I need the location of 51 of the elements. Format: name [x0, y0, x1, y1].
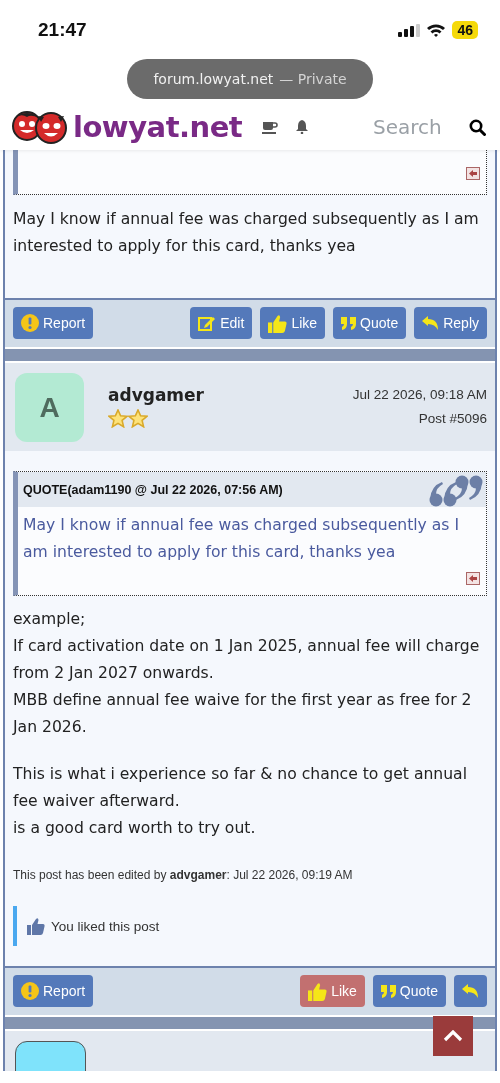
wifi-icon [426, 23, 447, 37]
edit-button[interactable]: Edit [190, 307, 253, 339]
username[interactable]: advgamer [108, 385, 204, 405]
chevron-up-icon [443, 1030, 463, 1042]
post-text: May I know if annual fee was charged subsequently as I am interested to apply for this card, thanks yea [13, 209, 480, 257]
quote-button[interactable]: Quote [372, 975, 446, 1007]
report-button[interactable]: Report [13, 307, 94, 339]
post-number[interactable]: Post #5096 [418, 411, 487, 426]
scroll-to-top-button[interactable] [433, 1016, 473, 1056]
warning-icon [21, 982, 39, 1000]
back-arrow-icon[interactable] [466, 572, 480, 585]
avatar: A [15, 373, 84, 442]
bell-icon[interactable] [296, 120, 309, 134]
status-time: 21:47 [38, 19, 87, 41]
post-text: If card activation date on 1 Jan 2025, annual fee will charge from 2 Jan 2027 onwards. [13, 636, 481, 684]
liked-text: You liked this post [51, 918, 160, 934]
thumbs-up-icon [27, 917, 45, 935]
report-button[interactable]: Report [13, 975, 94, 1007]
post-text: is a good card worth to try out. [13, 818, 257, 839]
reply-button[interactable] [454, 975, 487, 1007]
cup-icon[interactable] [262, 120, 279, 134]
quote-button[interactable]: Quote [333, 307, 407, 339]
back-arrow-icon[interactable] [466, 167, 480, 180]
like-button[interactable]: Like [260, 307, 326, 339]
thumbs-up-icon [268, 313, 288, 333]
search-field[interactable]: Search [371, 114, 455, 140]
edit-icon [198, 314, 217, 332]
post-text: example; [13, 609, 87, 630]
quote-icon [380, 984, 396, 998]
battery-level: 46 [452, 21, 478, 39]
post-text: MBB define annual fee waive for the first year as free for 2 Jan 2026. [13, 690, 473, 738]
post-date: Jul 22 2026, 09:18 AM [352, 387, 487, 402]
post-text: This is what i experience so far & no chance to get annual fee waiver afterward. [13, 764, 468, 812]
site-logo[interactable]: lowyat.net [73, 110, 243, 144]
warning-icon [21, 314, 39, 332]
address-pill[interactable]: forum.lowyat.net — Private [127, 59, 373, 99]
reply-button[interactable]: Reply [414, 307, 487, 339]
thumbs-up-icon [308, 981, 328, 1001]
search-icon[interactable] [469, 118, 486, 136]
devil-mascots-icon [11, 108, 69, 146]
quote-icon [341, 316, 357, 330]
reply-arrow-icon [462, 984, 479, 998]
private-label: — Private [279, 71, 347, 87]
quote-header: QUOTE(adam1190 @ Jul 22 2026, 07:56 AM) [23, 482, 283, 497]
reply-arrow-icon [422, 316, 440, 330]
edit-note: This post has been edited by advgamer: Jul 22 2026, 09:19 AM [13, 868, 354, 882]
signal-icon [398, 23, 421, 37]
rank-stars-icon [108, 409, 148, 428]
domain-text: forum.lowyat.net [153, 71, 274, 87]
quote-text: May I know if annual fee was charged subsequently as I am interested to apply for this card, thanks yea [23, 515, 461, 563]
like-button[interactable]: Like [300, 975, 365, 1007]
